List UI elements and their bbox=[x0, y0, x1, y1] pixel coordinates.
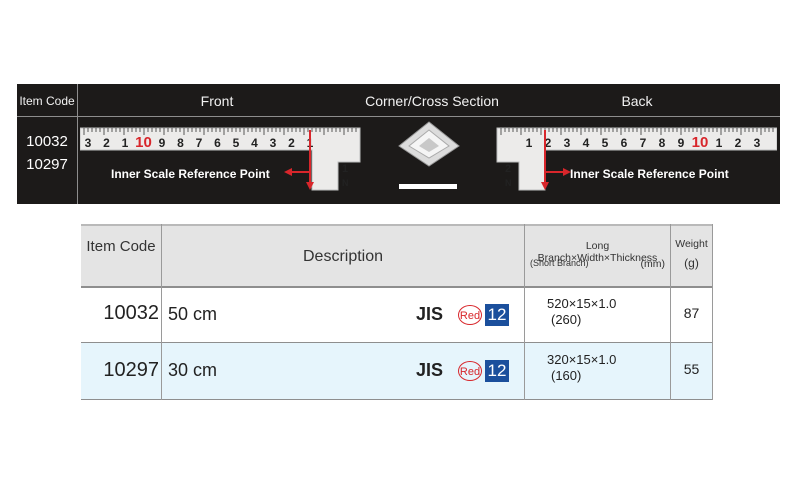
row-short-branch: (260) bbox=[551, 312, 582, 327]
ruler-digit: 3 bbox=[85, 136, 92, 150]
column-divider bbox=[161, 224, 162, 400]
ruler-digit: 7 bbox=[640, 136, 647, 150]
ruler-digit: 2 bbox=[735, 136, 742, 150]
product-image-panel: Item Code Front Corner/Cross Section Bac… bbox=[17, 84, 780, 204]
panel-item-codes: 10032 10297 bbox=[17, 130, 77, 176]
corner-cross-section-image bbox=[398, 121, 460, 189]
ruler-digit: 3 bbox=[754, 136, 761, 150]
panel-divider bbox=[77, 84, 78, 204]
ruler-digit: 2 bbox=[288, 136, 295, 150]
back-ruler-image: 1 2 3 4 5 6 7 8 9 10 1 2 3 2 N bbox=[496, 127, 777, 191]
ruler-digit: 3 bbox=[564, 136, 571, 150]
jis-mark: JIS bbox=[416, 360, 444, 380]
row-code: 10032 bbox=[103, 302, 159, 324]
svg-text:1: 1 bbox=[342, 163, 348, 175]
grade-badge: 12 bbox=[485, 360, 509, 382]
ruler-digit: 4 bbox=[251, 136, 258, 150]
ruler-digit: 1 bbox=[716, 136, 723, 150]
ruler-digit: 5 bbox=[233, 136, 240, 150]
red-color-badge: Red bbox=[458, 305, 482, 325]
front-ruler-image: 32110987654321 1 N bbox=[80, 127, 361, 191]
ruler-digit: 1 bbox=[526, 136, 533, 150]
panel-code: 10297 bbox=[26, 156, 68, 173]
ruler-digit: 6 bbox=[214, 136, 221, 150]
panel-header-front: Front bbox=[200, 93, 234, 109]
th-weight-unit: (g) bbox=[684, 256, 699, 270]
corner-bar bbox=[399, 184, 457, 189]
front-inner-scale-label: Inner Scale Reference Point bbox=[111, 167, 270, 181]
row-short-branch: (160) bbox=[551, 368, 582, 383]
th-item-code: Item Code bbox=[86, 238, 156, 255]
row-description: 30 cm bbox=[168, 360, 218, 380]
svg-text:N: N bbox=[505, 178, 512, 188]
ruler-digit: 9 bbox=[159, 136, 166, 150]
row-dimensions: 320×15×1.0 bbox=[547, 352, 617, 367]
row-weight: 55 bbox=[683, 361, 700, 377]
ruler-digit: 9 bbox=[678, 136, 685, 150]
row-weight: 87 bbox=[683, 305, 700, 321]
front-arrow-icon bbox=[284, 168, 292, 176]
panel-header-corner: Corner/Cross Section bbox=[365, 93, 499, 109]
ruler-digit: 1 bbox=[122, 136, 129, 150]
ruler-digit: 3 bbox=[270, 136, 277, 150]
th-short-branch: (Short Branch) bbox=[530, 258, 589, 268]
jis-mark: JIS bbox=[416, 304, 444, 324]
ruler-digit: 5 bbox=[602, 136, 609, 150]
ruler-digit: 2 bbox=[103, 136, 110, 150]
row-dimensions: 520×15×1.0 bbox=[547, 296, 617, 311]
ruler-digit: 4 bbox=[583, 136, 590, 150]
th-description: Description bbox=[302, 248, 384, 265]
svg-text:N: N bbox=[342, 178, 349, 188]
ruler-digit: 10 bbox=[135, 134, 152, 151]
th-weight: Weight bbox=[675, 238, 708, 250]
column-divider bbox=[712, 224, 713, 400]
red-color-badge: Red bbox=[458, 361, 482, 381]
ruler-digit: 10 bbox=[692, 134, 709, 151]
ruler-digit: 8 bbox=[177, 136, 184, 150]
panel-header-item-code: Item Code bbox=[19, 94, 75, 108]
ruler-digit: 7 bbox=[196, 136, 203, 150]
panel-header-back: Back bbox=[621, 93, 653, 109]
back-inner-scale-label: Inner Scale Reference Point bbox=[570, 167, 729, 181]
column-divider bbox=[524, 224, 525, 400]
column-divider bbox=[670, 224, 671, 400]
panel-code: 10032 bbox=[26, 133, 68, 150]
ruler-digit: 6 bbox=[621, 136, 628, 150]
row-code: 10297 bbox=[103, 359, 159, 381]
th-dimensions-unit: (mm) bbox=[640, 258, 666, 270]
row-description: 50 cm bbox=[168, 304, 218, 324]
grade-badge: 12 bbox=[485, 304, 509, 326]
ruler-digit: 8 bbox=[659, 136, 666, 150]
panel-header: Item Code Front Corner/Cross Section Bac… bbox=[17, 84, 780, 117]
svg-text:2: 2 bbox=[505, 163, 511, 175]
